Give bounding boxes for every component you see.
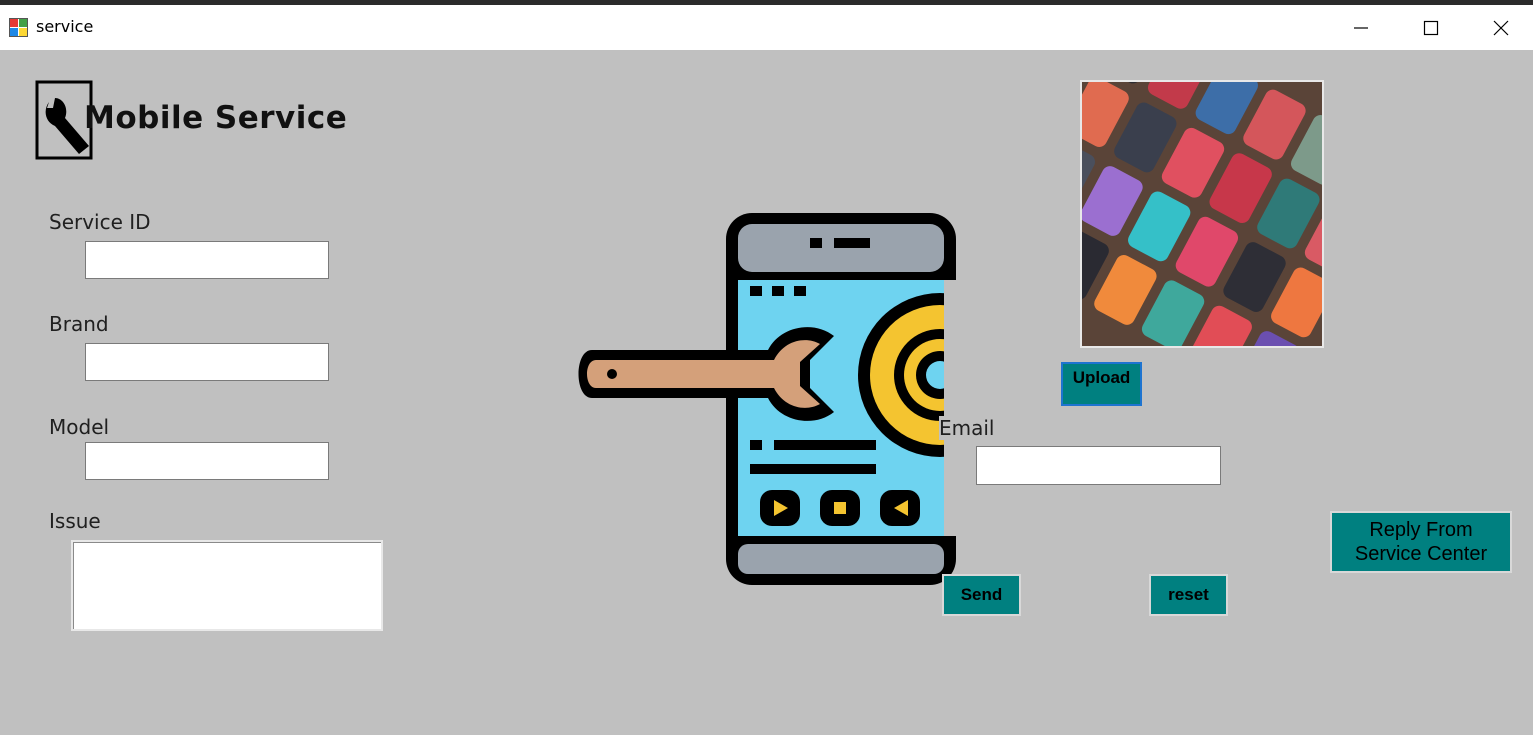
service-id-input[interactable] (85, 241, 329, 279)
send-button[interactable]: Send (942, 574, 1021, 616)
window-title: service (36, 17, 94, 36)
reply-from-service-center-button[interactable]: Reply From Service Center (1330, 511, 1512, 573)
app-icon (9, 18, 28, 37)
minimize-icon (1354, 26, 1368, 29)
email-input[interactable] (976, 446, 1221, 485)
model-label: Model (49, 415, 110, 439)
maximize-icon (1423, 20, 1439, 35)
issue-textarea[interactable] (71, 540, 383, 631)
reply-button-line2: Service Center (1354, 543, 1488, 565)
brand-label: Brand (49, 312, 109, 336)
minimize-button[interactable] (1331, 5, 1391, 50)
upload-button[interactable]: Upload (1061, 362, 1142, 406)
title-bar[interactable]: service (0, 5, 1533, 50)
app-title: Mobile Service (84, 100, 348, 136)
phones-photo (1080, 80, 1324, 348)
phone-repair-illustration (578, 213, 958, 585)
brand-input[interactable] (85, 343, 329, 381)
maximize-button[interactable] (1401, 5, 1461, 50)
model-input[interactable] (85, 442, 329, 480)
service-id-label: Service ID (49, 210, 151, 234)
close-button[interactable] (1471, 5, 1531, 50)
reset-button[interactable]: reset (1149, 574, 1228, 616)
close-icon (1493, 20, 1509, 35)
reply-button-line1: Reply From (1369, 519, 1473, 541)
email-label: Email (939, 416, 995, 440)
issue-label: Issue (49, 509, 101, 533)
